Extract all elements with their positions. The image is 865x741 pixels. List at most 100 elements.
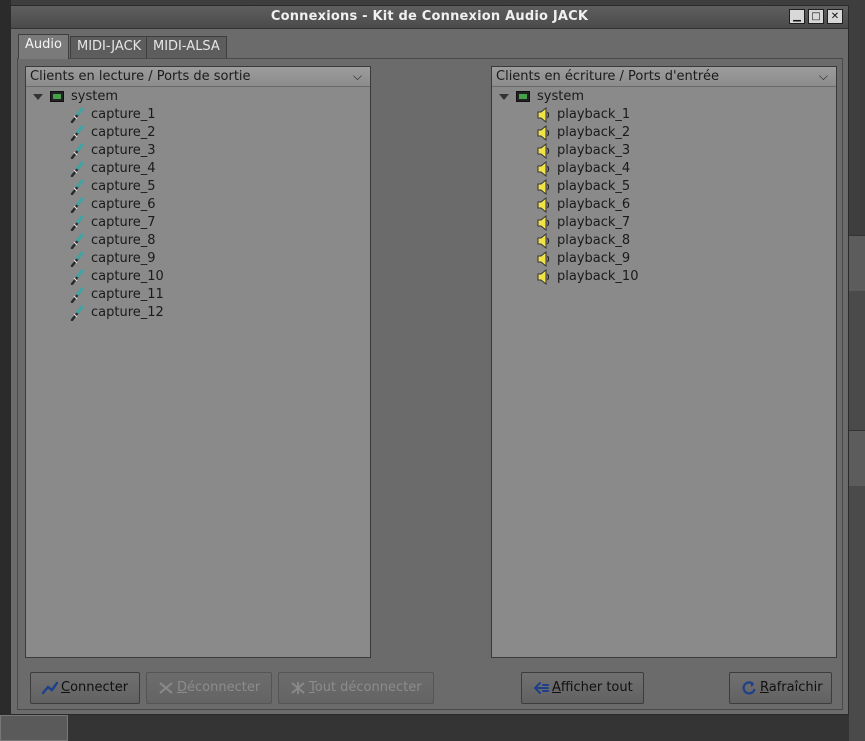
port-row[interactable]: capture_9 [26, 250, 366, 268]
port-row[interactable]: playback_5 [492, 178, 832, 196]
client-row-system[interactable]: system [26, 88, 366, 106]
audio-jack-plug-icon [70, 233, 84, 249]
connect-button[interactable]: Connecter [30, 672, 140, 704]
port-row[interactable]: capture_4 [26, 160, 366, 178]
audio-jack-plug-icon [70, 215, 84, 231]
port-row[interactable]: capture_7 [26, 214, 366, 232]
expander-icon[interactable] [499, 94, 509, 100]
port-label: playback_9 [557, 251, 631, 266]
disconnect-all-label: out déconnecter [314, 680, 422, 695]
minimize-button[interactable]: ▁ [789, 9, 805, 24]
port-row[interactable]: playback_9 [492, 250, 832, 268]
speaker-icon [537, 233, 550, 249]
disconnect-mnemonic: D [177, 680, 188, 695]
tab-midi-alsa[interactable]: MIDI-ALSA [146, 36, 227, 58]
background-desktop-bottom [11, 715, 849, 741]
chevron-down-icon[interactable]: ⌵ [819, 67, 828, 86]
show-all-button[interactable]: Afficher tout [521, 672, 644, 704]
tab-midi-jack[interactable]: MIDI-JACK [70, 36, 149, 58]
chevron-down-icon[interactable]: ⌵ [353, 67, 362, 86]
title-bar[interactable]: Connexions - Kit de Connexion Audio JACK… [11, 6, 848, 29]
client-row-system[interactable]: system [492, 88, 832, 106]
port-label: playback_8 [557, 233, 631, 248]
audio-jack-plug-icon [70, 107, 84, 123]
port-row[interactable]: playback_4 [492, 160, 832, 178]
disconnect-icon [291, 682, 305, 694]
port-row[interactable]: capture_1 [26, 106, 366, 124]
disconnect-icon [159, 682, 173, 694]
port-label: capture_4 [91, 161, 156, 176]
input-ports-tree[interactable]: Clients en écriture / Ports d'entrée ⌵ s… [491, 66, 837, 658]
port-label: capture_10 [91, 269, 164, 284]
audio-jack-plug-icon [70, 269, 84, 285]
audio-jack-plug-icon [70, 143, 84, 159]
port-row[interactable]: capture_12 [26, 304, 366, 322]
port-row[interactable]: capture_8 [26, 232, 366, 250]
maximize-button[interactable]: □ [808, 9, 824, 24]
port-label: capture_8 [91, 233, 156, 248]
refresh-mnemonic: R [760, 680, 769, 695]
speaker-icon [537, 251, 550, 267]
input-ports-header-label: Clients en écriture / Ports d'entrée [496, 69, 719, 84]
port-row[interactable]: playback_3 [492, 142, 832, 160]
port-label: playback_5 [557, 179, 631, 194]
speaker-icon [537, 161, 550, 177]
port-label: capture_12 [91, 305, 164, 320]
audio-jack-plug-icon [70, 125, 84, 141]
port-label: capture_5 [91, 179, 156, 194]
audio-tab-pane: Clients en lecture / Ports de sortie ⌵ s… [17, 58, 843, 710]
connections-window: Connexions - Kit de Connexion Audio JACK… [10, 5, 849, 715]
disconnect-button[interactable]: Déconnecter [146, 672, 272, 704]
output-ports-tree[interactable]: Clients en lecture / Ports de sortie ⌵ s… [25, 66, 371, 658]
show-all-arrow-icon [533, 682, 549, 694]
output-ports-header[interactable]: Clients en lecture / Ports de sortie ⌵ [26, 67, 370, 87]
port-label: capture_3 [91, 143, 156, 158]
client-label: system [537, 89, 584, 104]
connect-label: onnecter [70, 680, 129, 695]
port-row[interactable]: playback_6 [492, 196, 832, 214]
refresh-button[interactable]: Rafraîchir [729, 672, 832, 704]
port-label: playback_3 [557, 143, 631, 158]
tab-audio[interactable]: Audio [18, 34, 69, 59]
port-row[interactable]: playback_1 [492, 106, 832, 124]
audio-jack-plug-icon [70, 179, 84, 195]
speaker-icon [537, 125, 550, 141]
port-row[interactable]: capture_2 [26, 124, 366, 142]
show-all-label: fficher tout [560, 680, 633, 695]
disconnect-label: éconnecter [187, 680, 261, 695]
show-all-mnemonic: A [552, 680, 561, 695]
audio-jack-plug-icon [70, 251, 84, 267]
port-row[interactable]: playback_2 [492, 124, 832, 142]
speaker-icon [537, 215, 550, 231]
port-label: capture_2 [91, 125, 156, 140]
port-label: playback_4 [557, 161, 631, 176]
port-row[interactable]: capture_6 [26, 196, 366, 214]
refresh-label: afraîchir [768, 680, 823, 695]
client-label: system [71, 89, 118, 104]
input-ports-header[interactable]: Clients en écriture / Ports d'entrée ⌵ [492, 67, 836, 87]
audio-card-icon [516, 91, 530, 102]
speaker-icon [537, 107, 550, 123]
port-label: playback_10 [557, 269, 639, 284]
port-row[interactable]: capture_5 [26, 178, 366, 196]
audio-jack-plug-icon [70, 161, 84, 177]
port-row[interactable]: capture_10 [26, 268, 366, 286]
port-row[interactable]: capture_11 [26, 286, 366, 304]
speaker-icon [537, 197, 550, 213]
port-label: playback_6 [557, 197, 631, 212]
port-row[interactable]: playback_8 [492, 232, 832, 250]
background-window-right [849, 235, 865, 741]
disconnect-all-button[interactable]: Tout déconnecter [278, 672, 434, 704]
port-label: capture_11 [91, 287, 164, 302]
port-row[interactable]: capture_3 [26, 142, 366, 160]
port-row[interactable]: playback_10 [492, 268, 832, 286]
port-label: playback_2 [557, 125, 631, 140]
audio-jack-plug-icon [70, 305, 84, 321]
expander-icon[interactable] [33, 94, 43, 100]
speaker-icon [537, 179, 550, 195]
port-row[interactable]: playback_7 [492, 214, 832, 232]
close-button[interactable]: ✕ [827, 9, 843, 24]
connect-icon [42, 681, 58, 695]
port-label: playback_7 [557, 215, 631, 230]
port-label: capture_7 [91, 215, 156, 230]
